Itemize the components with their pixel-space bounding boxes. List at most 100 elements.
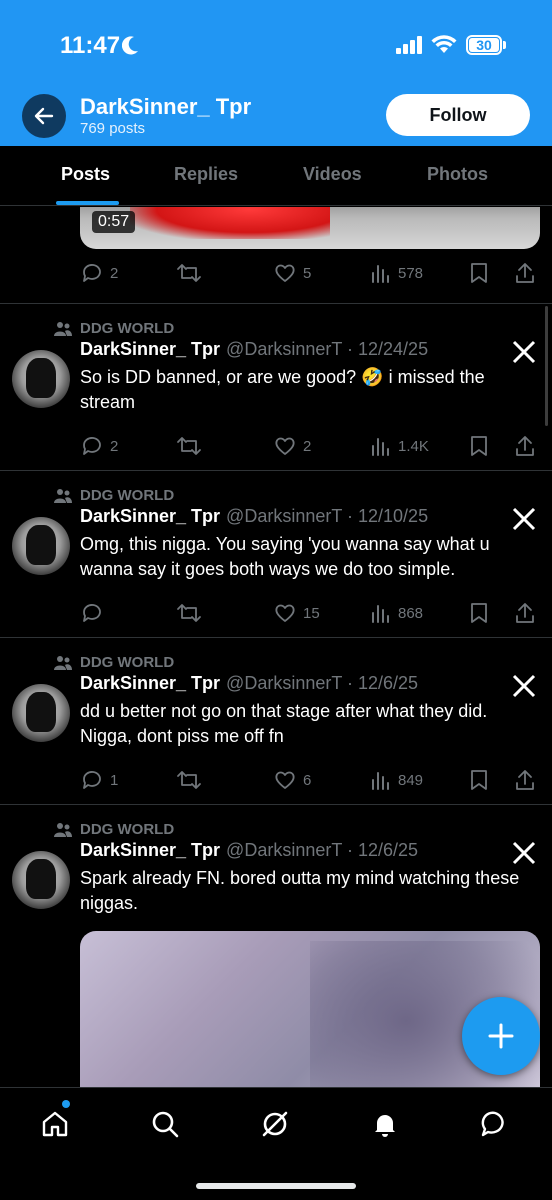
profile-tabs: Posts Replies Videos Photos [0, 146, 552, 206]
repost-icon [177, 264, 201, 282]
bookmark-button[interactable] [468, 261, 490, 285]
follow-button[interactable]: Follow [386, 94, 530, 136]
x-logo-icon [512, 674, 536, 698]
like-count: 6 [303, 771, 312, 789]
like-count: 15 [303, 604, 320, 622]
community-label: DDG WORLD [54, 487, 174, 504]
view-count: 578 [398, 264, 424, 282]
post-card[interactable]: DDG WORLD DarkSinner_ Tpr @DarksinnerT · … [0, 487, 552, 637]
post-actions: 2 2 1.4K [80, 434, 540, 464]
video-duration: 0:57 [92, 211, 136, 233]
moon-icon [122, 36, 138, 55]
bookmark-button[interactable] [468, 434, 490, 458]
views-icon [372, 772, 389, 790]
share-button[interactable] [514, 261, 536, 285]
avatar[interactable] [12, 684, 70, 742]
compose-icon [488, 1023, 514, 1049]
repost-button[interactable] [176, 261, 202, 285]
views-button[interactable]: 1.4K [370, 434, 429, 458]
reply-button[interactable]: 1 [80, 768, 118, 792]
reply-icon [83, 771, 101, 789]
video-thumbnail[interactable]: 0:57 [80, 207, 540, 249]
community-label: DDG WORLD [54, 320, 174, 337]
x-logo-icon [512, 507, 536, 531]
post-text: So is DD banned, or are we good? 🤣 i mis… [80, 367, 485, 412]
post-text: dd u better not go on that stage after w… [80, 701, 488, 746]
display-name[interactable]: DarkSinner_ Tpr [80, 840, 220, 860]
share-button[interactable] [514, 601, 536, 625]
nav-notifications[interactable] [365, 1104, 405, 1144]
bookmark-button[interactable] [468, 768, 490, 792]
tab-videos[interactable]: Videos [303, 164, 362, 185]
battery-icon: 30 [466, 35, 502, 55]
like-button[interactable]: 5 [273, 261, 311, 285]
reply-count: 2 [110, 264, 119, 282]
avatar[interactable] [12, 851, 70, 909]
like-count: 5 [303, 264, 312, 282]
wifi-icon [431, 35, 457, 53]
nav-grok[interactable] [255, 1104, 295, 1144]
home-indicator [196, 1183, 356, 1189]
profile-name: DarkSinner_ Tpr [80, 94, 252, 119]
bookmark-icon [471, 603, 487, 623]
avatar[interactable] [12, 350, 70, 408]
community-icon [54, 822, 72, 837]
reply-button[interactable]: 2 [80, 434, 118, 458]
nav-search[interactable] [145, 1104, 185, 1144]
post-actions: 1 6 849 [80, 768, 540, 798]
post-divider [0, 470, 552, 471]
reply-icon [83, 604, 101, 622]
nav-home[interactable] [35, 1104, 75, 1144]
bookmark-button[interactable] [468, 601, 490, 625]
reply-button[interactable]: 2 [80, 261, 118, 285]
display-name[interactable]: DarkSinner_ Tpr [80, 506, 220, 526]
nav-messages[interactable] [475, 1104, 515, 1144]
views-icon [372, 605, 389, 623]
like-icon [275, 264, 295, 282]
views-button[interactable]: 849 [370, 768, 423, 792]
like-button[interactable]: 2 [273, 434, 311, 458]
repost-button[interactable] [176, 768, 202, 792]
share-icon [516, 770, 534, 790]
handle-date: @DarksinnerT · 12/6/25 [226, 840, 419, 860]
post-card[interactable]: DDG WORLD DarkSinner_ Tpr @DarksinnerT · … [0, 654, 552, 804]
views-button[interactable]: 868 [370, 601, 423, 625]
display-name[interactable]: DarkSinner_ Tpr [80, 673, 220, 693]
post-text: Spark already FN. bored outta my mind wa… [80, 868, 520, 913]
back-button[interactable] [22, 94, 66, 138]
notifications-icon [375, 1115, 395, 1137]
tab-photos[interactable]: Photos [427, 164, 488, 185]
bookmark-icon [471, 770, 487, 790]
like-icon [275, 771, 295, 789]
post-feed[interactable]: 0:57 2 5 578 DDG WORLD DarkSinner_ Tpr @… [0, 207, 552, 1087]
compose-button[interactable] [462, 997, 540, 1075]
like-icon [275, 437, 295, 455]
tab-posts[interactable]: Posts [61, 164, 110, 185]
status-bar: 11:47 30 [0, 0, 552, 90]
reply-count: 1 [110, 771, 119, 789]
post-card[interactable]: DDG WORLD DarkSinner_ Tpr @DarksinnerT · … [0, 320, 552, 470]
scrollbar[interactable] [545, 306, 548, 426]
display-name[interactable]: DarkSinner_ Tpr [80, 339, 220, 359]
repost-button[interactable] [176, 601, 202, 625]
search-icon [152, 1111, 179, 1138]
bookmark-icon [471, 263, 487, 283]
handle-date: @DarksinnerT · 12/24/25 [226, 339, 429, 359]
reply-button[interactable] [80, 601, 104, 625]
avatar[interactable] [12, 517, 70, 575]
view-count: 1.4K [398, 437, 429, 455]
post-text: Omg, this nigga. You saying 'you wanna s… [80, 534, 490, 579]
like-button[interactable]: 15 [273, 601, 320, 625]
repost-button[interactable] [176, 434, 202, 458]
share-button[interactable] [514, 434, 536, 458]
like-icon [275, 604, 295, 622]
tab-replies[interactable]: Replies [174, 164, 238, 185]
grok-icon [262, 1111, 288, 1137]
like-button[interactable]: 6 [273, 768, 311, 792]
reply-icon [83, 264, 101, 282]
share-button[interactable] [514, 768, 536, 792]
community-label: DDG WORLD [54, 654, 174, 671]
views-button[interactable]: 578 [370, 261, 423, 285]
back-arrow-icon [34, 107, 54, 125]
share-icon [516, 603, 534, 623]
